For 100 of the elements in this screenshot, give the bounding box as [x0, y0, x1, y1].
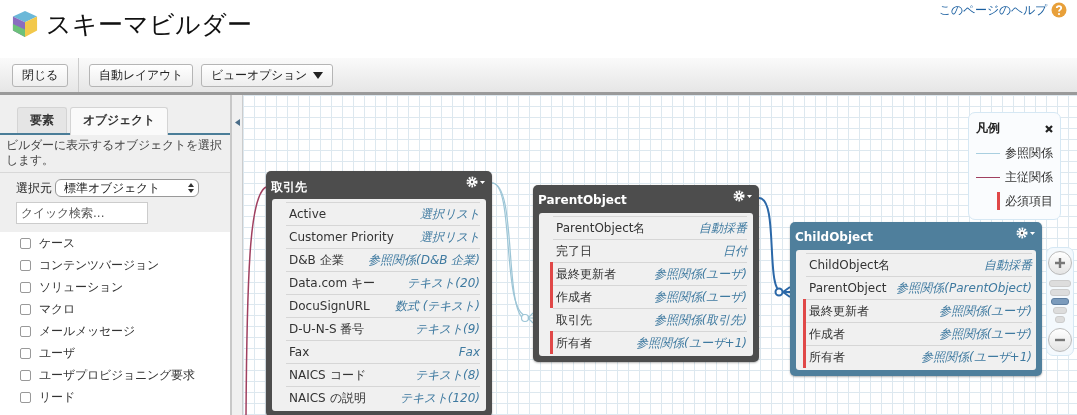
- object-card[interactable]: 取引先 Active 選択リスト Customer Priority 選択リスト D&B 企業 参照関係(D&B 企業) Data.com キー テキスト(20) DocuSignURL 数式 (テキスト) D-U-N-S 番号 テキスト(9) Fax Fax NAICS コード テキスト(8) NAICS の説明 テキスト(120): [266, 171, 492, 415]
- help-icon[interactable]: [1051, 2, 1067, 18]
- field-row[interactable]: NAICS の説明 テキスト(120): [286, 386, 480, 409]
- checkbox[interactable]: [20, 237, 31, 249]
- object-label[interactable]: マクロ: [39, 300, 75, 318]
- object-label[interactable]: ケース: [39, 234, 75, 252]
- legend-label: 主従関係: [1005, 168, 1053, 186]
- field-name: 取引先: [555, 311, 592, 329]
- checkbox[interactable]: [20, 391, 31, 403]
- field-row[interactable]: DocuSignURL 数式 (テキスト): [286, 294, 480, 317]
- zoom-thumb[interactable]: [1051, 298, 1069, 305]
- view-options-button[interactable]: ビューオプション: [201, 63, 333, 87]
- zoom-slider[interactable]: [1049, 278, 1071, 325]
- field-row[interactable]: ChildObject名 自動採番: [806, 253, 1032, 276]
- updown-icon: [188, 183, 194, 193]
- field-row[interactable]: Data.com キー テキスト(20): [286, 271, 480, 294]
- field-type: 参照関係(ユーザ): [653, 265, 747, 283]
- sidebar-tab[interactable]: オブジェクト: [70, 107, 168, 135]
- page-title: スキーマビルダー: [46, 8, 252, 41]
- field-name: 最終更新者: [808, 302, 869, 320]
- close-icon[interactable]: [1045, 124, 1053, 133]
- field-type: 参照関係(ユーザ): [653, 288, 747, 306]
- field-row[interactable]: Customer Priority 選択リスト: [286, 225, 480, 248]
- schema-canvas[interactable]: [243, 95, 1077, 415]
- field-name: Customer Priority: [288, 230, 394, 244]
- object-title: ParentObject: [538, 193, 627, 207]
- field-name: D-U-N-S 番号: [288, 320, 365, 338]
- plus-icon: [1055, 258, 1065, 268]
- required-marker: [997, 192, 1000, 210]
- field-row[interactable]: Active 選択リスト: [286, 202, 480, 225]
- field-type: 自動採番: [699, 219, 747, 237]
- field-name: 作成者: [555, 288, 592, 306]
- source-select[interactable]: 標準オブジェクト: [55, 179, 199, 197]
- field-name: 所有者: [555, 334, 592, 352]
- field-row[interactable]: ParentObject名 自動採番: [553, 216, 747, 239]
- collapse-handle[interactable]: [232, 95, 243, 415]
- field-type: 参照関係(ParentObject): [896, 279, 1032, 297]
- field-row[interactable]: 所有者 参照関係(ユーザ+1): [806, 345, 1032, 368]
- field-row[interactable]: 最終更新者 参照関係(ユーザ): [806, 299, 1032, 322]
- field-row[interactable]: D&B 企業 参照関係(D&B 企業): [286, 248, 480, 271]
- gear-menu-icon[interactable]: [1016, 227, 1036, 239]
- checkbox[interactable]: [20, 281, 31, 293]
- field-name: Data.com キー: [288, 274, 375, 292]
- field-row[interactable]: 作成者 参照関係(ユーザ): [553, 285, 747, 308]
- field-type: テキスト(8): [415, 366, 480, 384]
- toolbar-button[interactable]: 閉じる: [12, 63, 68, 87]
- field-row[interactable]: D-U-N-S 番号 テキスト(9): [286, 317, 480, 340]
- field-type: Fax: [458, 345, 480, 359]
- checkbox[interactable]: [20, 259, 31, 271]
- line-sample: [976, 152, 1000, 154]
- legend-title: 凡例: [976, 120, 1000, 137]
- legend-label: 必須項目: [1005, 192, 1053, 210]
- field-type: テキスト(20): [407, 274, 480, 292]
- instruction-text: ビルダーに表示するオブジェクトを選択します。: [0, 135, 230, 173]
- object-title: ChildObject: [795, 230, 874, 244]
- object-label[interactable]: コンテンツバージョン: [39, 256, 159, 274]
- checkbox[interactable]: [20, 369, 31, 381]
- field-row[interactable]: ParentObject 参照関係(ParentObject): [806, 276, 1032, 299]
- field-row[interactable]: 完了日 日付: [553, 239, 747, 262]
- field-name: D&B 企業: [288, 251, 344, 269]
- field-type: 参照関係(D&B 企業): [368, 251, 480, 269]
- field-name: NAICS コード: [288, 366, 366, 384]
- zoom-in-button[interactable]: [1048, 251, 1072, 275]
- checkbox[interactable]: [20, 303, 31, 315]
- sidebar-tab[interactable]: 要素: [17, 107, 67, 133]
- caret-icon: [313, 71, 323, 79]
- search-field[interactable]: クイック検索...: [16, 202, 148, 224]
- object-title: 取引先: [271, 179, 307, 196]
- gear-menu-icon[interactable]: [466, 176, 486, 188]
- field-name: 最終更新者: [555, 265, 616, 283]
- line-sample: [976, 176, 1000, 178]
- zoom-out-button[interactable]: [1048, 328, 1072, 352]
- left-arrow-icon: [234, 119, 240, 126]
- field-type: 自動採番: [984, 256, 1032, 274]
- field-row[interactable]: 作成者 参照関係(ユーザ): [806, 322, 1032, 345]
- field-row[interactable]: 所有者 参照関係(ユーザ+1): [553, 331, 747, 354]
- toolbar-button[interactable]: 自動レイアウト: [89, 63, 193, 87]
- checkbox[interactable]: [20, 325, 31, 337]
- field-name: ChildObject名: [808, 256, 891, 274]
- object-label[interactable]: メールメッセージ: [39, 322, 135, 340]
- field-type: 数式 (テキスト): [394, 297, 480, 315]
- object-label[interactable]: ユーザ: [39, 344, 75, 362]
- field-type: テキスト(120): [399, 389, 480, 407]
- field-name: Active: [288, 207, 327, 221]
- field-row[interactable]: Fax Fax: [286, 340, 480, 363]
- field-type: 参照関係(取引先): [653, 311, 747, 329]
- object-card[interactable]: ChildObject ChildObject名 自動採番 ParentObject 参照関係(ParentObject) 最終更新者 参照関係(ユーザ) 作成者 参照関係(ユーザ) 所有者 参照関係(ユーザ+1): [790, 222, 1042, 376]
- field-row[interactable]: 取引先 参照関係(取引先): [553, 308, 747, 331]
- gear-menu-icon[interactable]: [733, 190, 753, 202]
- help-link[interactable]: このページのヘルプ: [939, 2, 1047, 18]
- source-label: 選択元: [16, 179, 52, 197]
- field-name: ParentObject: [808, 281, 887, 295]
- object-label[interactable]: ユーザプロビジョニング要求: [39, 366, 195, 384]
- field-type: 参照関係(ユーザ+1): [635, 334, 747, 352]
- checkbox[interactable]: [20, 347, 31, 359]
- object-label[interactable]: リード: [39, 388, 75, 406]
- object-card[interactable]: ParentObject ParentObject名 自動採番 完了日 日付 最終更新者 参照関係(ユーザ) 作成者 参照関係(ユーザ) 取引先 参照関係(取引先) 所有者 参照関係(ユーザ+1): [533, 185, 759, 362]
- field-row[interactable]: NAICS コード テキスト(8): [286, 363, 480, 386]
- object-label[interactable]: ソリューション: [39, 278, 123, 296]
- field-row[interactable]: 最終更新者 参照関係(ユーザ): [553, 262, 747, 285]
